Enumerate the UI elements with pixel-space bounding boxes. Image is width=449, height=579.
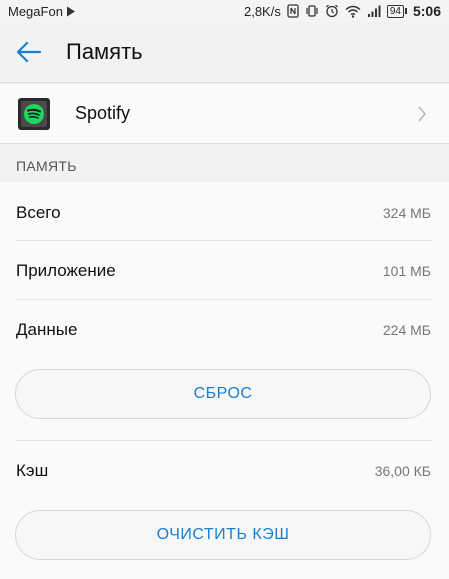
spotify-app-icon bbox=[17, 97, 51, 131]
chevron-right-icon bbox=[418, 106, 426, 121]
back-arrow-icon bbox=[16, 41, 42, 63]
back-button[interactable] bbox=[0, 22, 58, 83]
data-size-label: Данные bbox=[16, 320, 78, 339]
storage-card: Всего 324 МБ Приложение 101 МБ Данные 22… bbox=[0, 182, 449, 579]
app-size-row: Приложение 101 МБ bbox=[0, 242, 449, 300]
status-bar: MegaFon 2,8K/s 94 5:06 bbox=[0, 0, 449, 22]
page-title: Память bbox=[66, 39, 143, 64]
section-header: ПАМЯТЬ bbox=[16, 158, 77, 174]
data-size-value: 224 МБ bbox=[382, 322, 431, 338]
app-name: Spotify bbox=[75, 103, 131, 123]
battery-cap bbox=[404, 8, 407, 14]
data-size-row: Данные 224 МБ bbox=[0, 301, 449, 359]
total-value: 324 МБ bbox=[382, 205, 431, 221]
divider bbox=[16, 299, 433, 300]
nfc-icon bbox=[287, 4, 299, 18]
total-row: Всего 324 МБ bbox=[0, 184, 449, 242]
divider bbox=[16, 240, 433, 241]
cache-row: Кэш 36,00 КБ bbox=[0, 442, 449, 500]
cache-label: Кэш bbox=[16, 461, 49, 480]
alarm-icon bbox=[325, 4, 338, 18]
battery-indicator: 94 bbox=[386, 4, 407, 18]
app-size-label: Приложение bbox=[16, 261, 116, 280]
signal-icon bbox=[367, 5, 381, 17]
status-left: MegaFon bbox=[8, 4, 76, 19]
status-right: 2,8K/s 94 5:06 bbox=[244, 3, 441, 19]
wifi-icon bbox=[345, 5, 361, 18]
app-bar: Память bbox=[0, 22, 449, 83]
divider bbox=[16, 440, 433, 441]
clock: 5:06 bbox=[412, 3, 441, 19]
battery-level: 94 bbox=[386, 4, 404, 18]
reset-button[interactable]: СБРОС bbox=[15, 369, 431, 419]
total-label: Всего bbox=[16, 203, 61, 222]
network-speed: 2,8K/s bbox=[243, 3, 281, 19]
app-info-row[interactable]: Spotify bbox=[0, 84, 449, 144]
app-size-value: 101 МБ bbox=[382, 263, 431, 279]
cache-value: 36,00 КБ bbox=[374, 463, 431, 479]
carrier-name: MegaFon bbox=[8, 3, 63, 19]
vibrate-icon bbox=[306, 5, 318, 17]
play-store-icon bbox=[66, 6, 75, 16]
clear-cache-button[interactable]: ОЧИСТИТЬ КЭШ bbox=[15, 510, 431, 560]
